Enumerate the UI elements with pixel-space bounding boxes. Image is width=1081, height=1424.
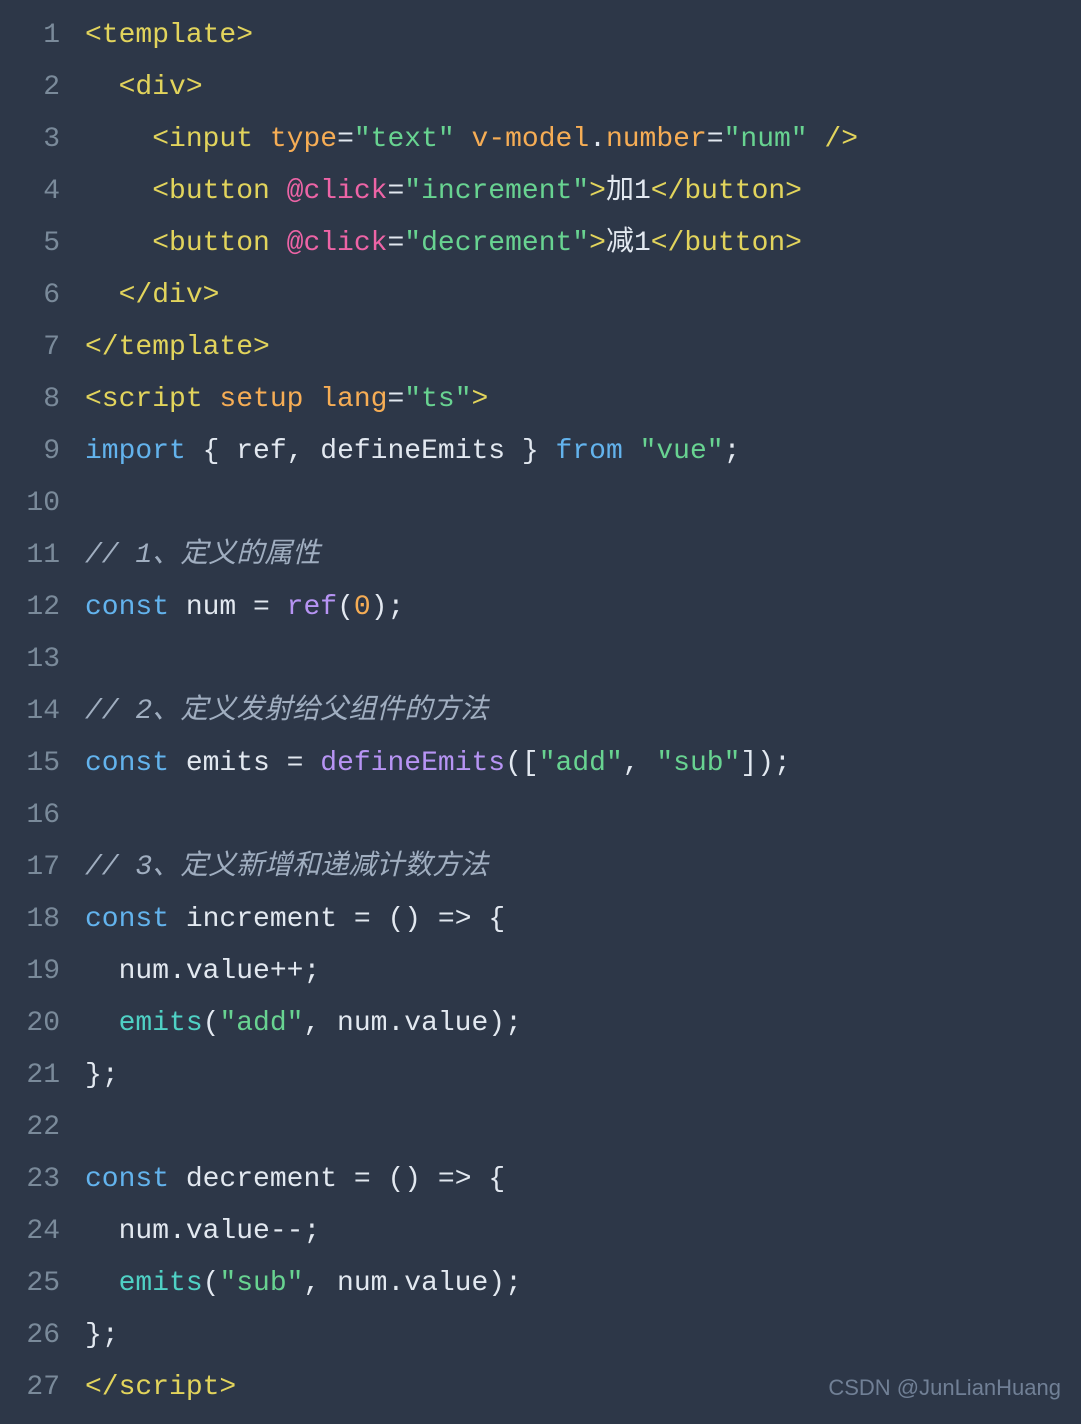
line-num-19: 19 xyxy=(10,946,70,998)
line-num-20: 20 xyxy=(10,998,70,1050)
code-line-9: import { ref, defineEmits } from "vue"; xyxy=(85,426,1081,478)
code-line-20: emits("add", num.value); xyxy=(85,998,1081,1050)
code-line-11: // 1、定义的属性 xyxy=(85,530,1081,582)
code-line-21: }; xyxy=(85,1050,1081,1102)
line-num-14: 14 xyxy=(10,686,70,738)
line-num-5: 5 xyxy=(10,218,70,270)
line-num-10: 10 xyxy=(10,478,70,530)
line-num-22: 22 xyxy=(10,1102,70,1154)
code-line-25: emits("sub", num.value); xyxy=(85,1258,1081,1310)
code-line-6: </div> xyxy=(85,270,1081,322)
code-line-4: <button @click="increment">加1</button> xyxy=(85,166,1081,218)
line-num-4: 4 xyxy=(10,166,70,218)
code-line-16 xyxy=(85,790,1081,842)
code-line-13 xyxy=(85,634,1081,686)
line-num-16: 16 xyxy=(10,790,70,842)
code-content: <template> <div> <input type="text" v-mo… xyxy=(80,10,1081,1414)
line-num-11: 11 xyxy=(10,530,70,582)
line-num-2: 2 xyxy=(10,62,70,114)
line-num-18: 18 xyxy=(10,894,70,946)
line-num-1: 1 xyxy=(10,10,70,62)
code-line-3: <input type="text" v-model.number="num" … xyxy=(85,114,1081,166)
code-line-2: <div> xyxy=(85,62,1081,114)
line-num-25: 25 xyxy=(10,1258,70,1310)
code-line-5: <button @click="decrement">减1</button> xyxy=(85,218,1081,270)
code-line-24: num.value--; xyxy=(85,1206,1081,1258)
line-num-24: 24 xyxy=(10,1206,70,1258)
line-num-17: 17 xyxy=(10,842,70,894)
line-num-9: 9 xyxy=(10,426,70,478)
code-container: 1 2 3 4 5 6 7 8 9 10 11 12 13 14 15 16 1… xyxy=(0,0,1081,1424)
code-line-12: const num = ref(0); xyxy=(85,582,1081,634)
code-line-7: </template> xyxy=(85,322,1081,374)
line-num-8: 8 xyxy=(10,374,70,426)
line-numbers: 1 2 3 4 5 6 7 8 9 10 11 12 13 14 15 16 1… xyxy=(0,10,80,1414)
line-num-6: 6 xyxy=(10,270,70,322)
code-line-19: num.value++; xyxy=(85,946,1081,998)
code-line-22 xyxy=(85,1102,1081,1154)
code-line-26: }; xyxy=(85,1310,1081,1362)
code-line-17: // 3、定义新增和递减计数方法 xyxy=(85,842,1081,894)
code-line-10 xyxy=(85,478,1081,530)
line-num-27: 27 xyxy=(10,1362,70,1414)
line-num-7: 7 xyxy=(10,322,70,374)
code-line-1: <template> xyxy=(85,10,1081,62)
code-line-18: const increment = () => { xyxy=(85,894,1081,946)
line-num-13: 13 xyxy=(10,634,70,686)
line-num-3: 3 xyxy=(10,114,70,166)
code-line-23: const decrement = () => { xyxy=(85,1154,1081,1206)
line-num-15: 15 xyxy=(10,738,70,790)
line-num-26: 26 xyxy=(10,1310,70,1362)
code-line-14: // 2、定义发射给父组件的方法 xyxy=(85,686,1081,738)
line-num-21: 21 xyxy=(10,1050,70,1102)
code-line-8: <script setup lang="ts"> xyxy=(85,374,1081,426)
line-num-12: 12 xyxy=(10,582,70,634)
line-num-23: 23 xyxy=(10,1154,70,1206)
code-line-15: const emits = defineEmits(["add", "sub"]… xyxy=(85,738,1081,790)
watermark: CSDN @JunLianHuang xyxy=(828,1362,1061,1414)
